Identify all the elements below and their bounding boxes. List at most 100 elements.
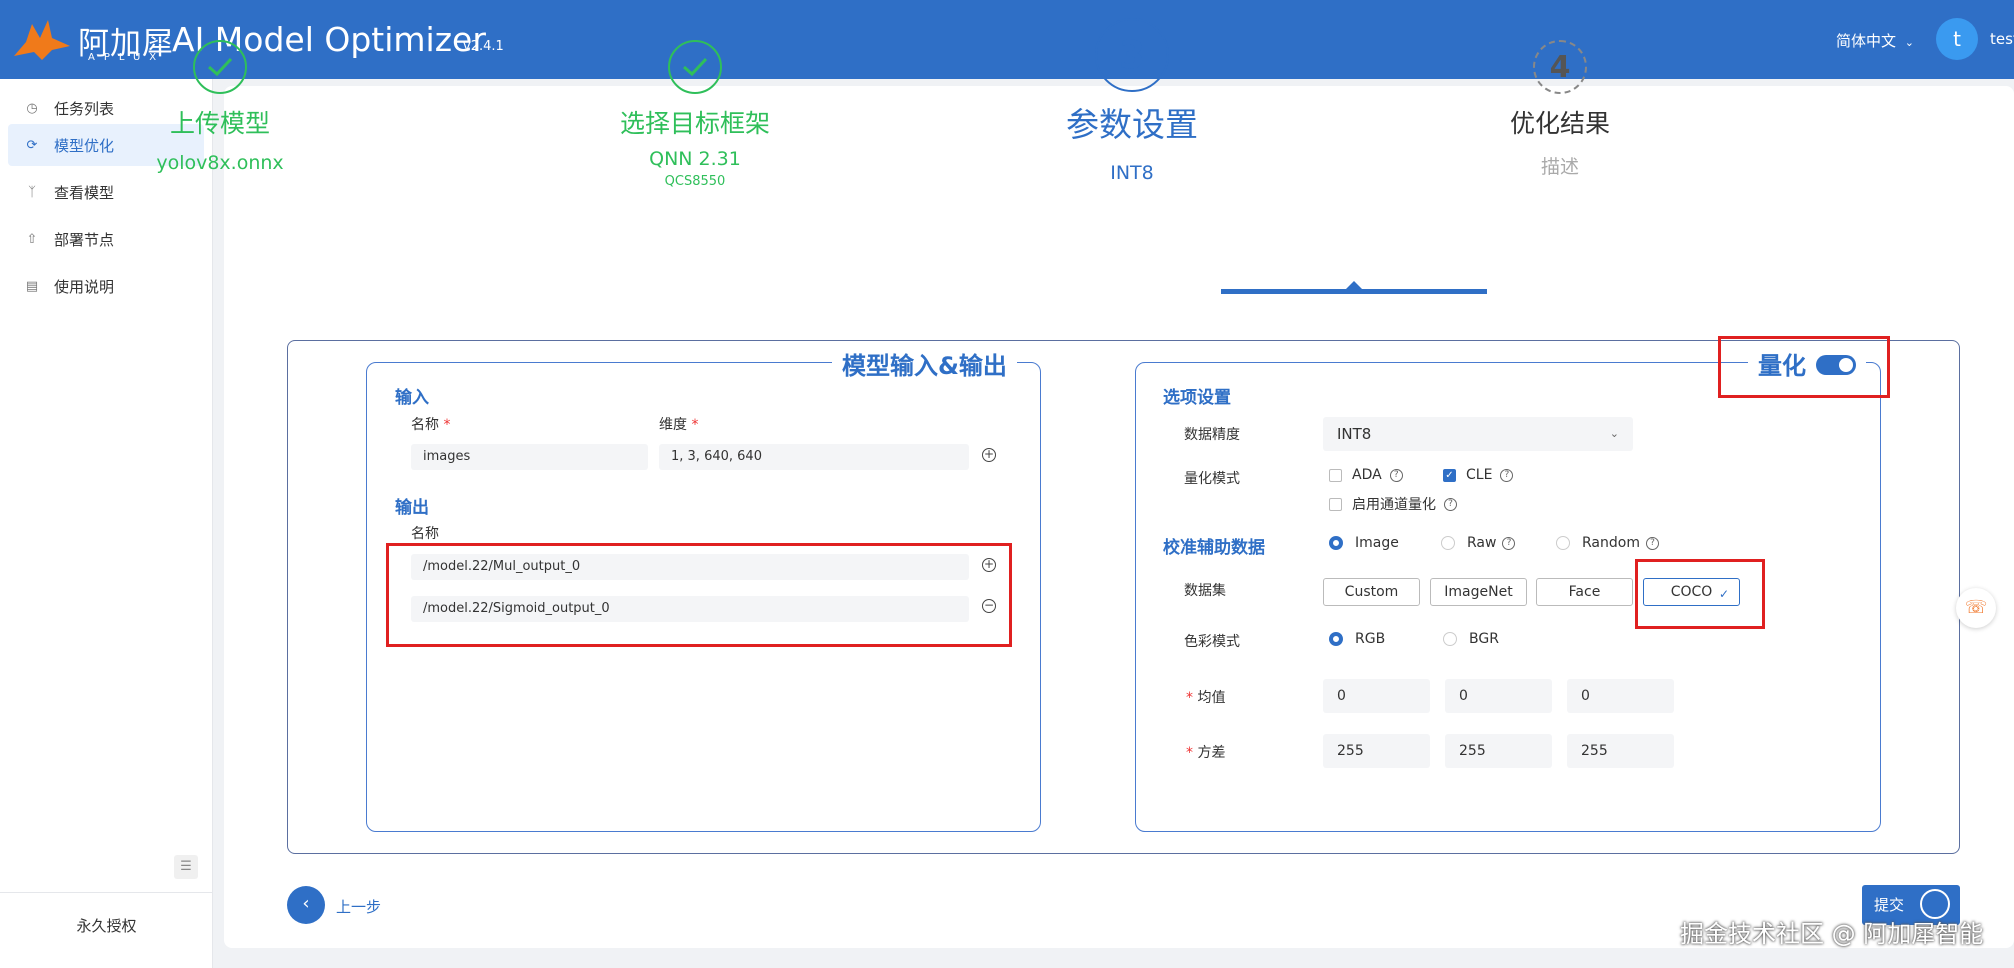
input-name-label: 名称 *: [411, 417, 451, 433]
collapse-sidebar-icon[interactable]: ☰: [174, 855, 198, 879]
step-number: 4: [1533, 40, 1587, 94]
help-icon[interactable]: ?: [1645, 536, 1659, 550]
checkbox-box: [1329, 468, 1342, 482]
node-icon: ⇧: [26, 231, 38, 247]
input-name-field[interactable]: images: [411, 444, 648, 470]
radio-selected-icon: [1329, 632, 1343, 646]
language-label: 简体中文: [1836, 32, 1897, 50]
precision-value: INT8: [1337, 425, 1372, 443]
calib-image-radio[interactable]: Image: [1329, 535, 1399, 551]
help-icon[interactable]: ?: [1389, 468, 1403, 482]
sidebar-item-view-model[interactable]: ᛉ 查看模型: [8, 171, 204, 213]
app-version: v2.4.1: [463, 39, 504, 54]
avatar[interactable]: t: [1936, 18, 1978, 60]
input-dims-field[interactable]: 1, 3, 640, 640: [659, 444, 969, 470]
step-number: 3: [1095, 18, 1169, 92]
io-legend: 模型输入&输出: [832, 346, 1017, 381]
sidebar-item-usage-guide[interactable]: ▤ 使用说明: [8, 265, 204, 307]
step-subtitle: 描述: [1540, 156, 1579, 178]
checkbox-box: [1329, 497, 1342, 511]
quant-mode-label: 量化模式: [1184, 471, 1240, 487]
sidebar-item-label: 使用说明: [54, 277, 115, 296]
step-optimize-result[interactable]: 4 优化结果 描述: [1460, 40, 1660, 179]
radio-selected-icon: [1329, 536, 1343, 550]
support-icon[interactable]: ☏: [1956, 588, 1996, 628]
step-subtitle: INT8: [1110, 162, 1154, 184]
precision-label: 数据精度: [1184, 427, 1240, 443]
color-bgr-radio[interactable]: BGR: [1443, 631, 1499, 647]
highlight-quant-toggle: [1718, 336, 1890, 398]
precision-select[interactable]: INT8 ⌄: [1323, 417, 1633, 451]
std-input-g[interactable]: 255: [1445, 734, 1552, 768]
dataset-label: 数据集: [1184, 583, 1226, 599]
input-heading: 输入: [395, 388, 429, 408]
channel-quant-checkbox[interactable]: 启用通道量化 ?: [1329, 494, 1457, 514]
highlight-outputs: [386, 543, 1012, 647]
chevron-left-icon: ‹: [302, 893, 310, 914]
submit-label: 提交: [1874, 896, 1905, 914]
radio-label: Raw: [1467, 535, 1497, 551]
optimize-icon: ⟳: [26, 137, 38, 153]
back-button[interactable]: ‹: [287, 886, 325, 924]
color-rgb-radio[interactable]: RGB: [1329, 631, 1385, 647]
dataset-custom-button[interactable]: Custom: [1323, 578, 1420, 606]
step-title: 参数设置: [1066, 105, 1198, 144]
radio-label: BGR: [1469, 631, 1499, 647]
sidebar: ◷ 任务列表 ⟳ 模型优化 ᛉ 查看模型 ⇧ 部署节点 ▤ 使用说明 ☰ 永久授…: [0, 79, 213, 968]
std-input-b[interactable]: 255: [1567, 734, 1674, 768]
chevron-down-icon: ⌄: [1904, 36, 1915, 49]
checkbox-label: ADA: [1352, 467, 1382, 483]
checkbox-label: 启用通道量化: [1352, 497, 1436, 513]
help-icon[interactable]: ?: [1500, 468, 1514, 482]
sidebar-item-label: 查看模型: [54, 183, 115, 202]
output-name-label: 名称: [411, 526, 439, 542]
doc-icon: ▤: [25, 278, 39, 294]
calib-raw-radio[interactable]: Raw ?: [1441, 535, 1516, 551]
calib-heading: 校准辅助数据: [1163, 538, 1265, 558]
radio-label: Random: [1582, 535, 1640, 551]
watermark: 掘金技术社区 @ 阿加犀智能: [1680, 920, 1984, 948]
help-icon[interactable]: ?: [1444, 497, 1457, 511]
language-selector[interactable]: 简体中文 ⌄: [1836, 30, 1914, 51]
add-input-icon[interactable]: +: [982, 448, 996, 462]
back-label[interactable]: 上一步: [336, 896, 381, 917]
check-icon: [668, 40, 722, 94]
radio-icon: [1556, 536, 1570, 550]
dataset-face-button[interactable]: Face: [1536, 578, 1633, 606]
radio-icon: [1443, 632, 1457, 646]
sidebar-item-deploy-node[interactable]: ⇧ 部署节点: [8, 218, 204, 260]
radio-icon: [1441, 536, 1455, 550]
chevron-down-icon: ⌄: [1609, 427, 1619, 440]
step-upload-model[interactable]: 上传模型 yolov8x.onnx: [120, 40, 320, 174]
step-subtitle: QNN 2.31: [649, 148, 741, 170]
mean-input-g[interactable]: 0: [1445, 679, 1552, 713]
step-title: 优化结果: [1509, 109, 1610, 138]
aplux-logo-icon: [14, 20, 70, 60]
radio-label: RGB: [1355, 631, 1386, 647]
username[interactable]: test: [1990, 30, 2014, 48]
mean-input-r[interactable]: 0: [1323, 679, 1430, 713]
clock-icon: ◷: [26, 100, 38, 116]
output-heading: 输出: [395, 498, 429, 518]
step-title: 上传模型: [169, 109, 270, 138]
checkbox-label: CLE: [1466, 467, 1493, 483]
std-label: * 方差: [1186, 745, 1226, 761]
radio-label: Image: [1355, 535, 1399, 551]
dataset-imagenet-button[interactable]: ImageNet: [1430, 578, 1527, 606]
step-parameter-settings[interactable]: 3 参数设置 INT8: [1002, 18, 1262, 184]
input-dim-label: 维度 *: [659, 417, 699, 433]
calib-random-radio[interactable]: Random ?: [1556, 535, 1659, 551]
sidebar-item-label: 部署节点: [54, 230, 115, 249]
active-step-arrow: [1345, 281, 1363, 290]
sidebar-item-label: 任务列表: [54, 99, 115, 118]
cle-checkbox[interactable]: ✓ CLE ?: [1443, 467, 1514, 483]
step-subtitle: yolov8x.onnx: [156, 152, 284, 174]
mean-input-b[interactable]: 0: [1567, 679, 1674, 713]
color-mode-label: 色彩模式: [1184, 634, 1240, 650]
highlight-dataset: [1635, 559, 1765, 629]
step-select-framework[interactable]: 选择目标框架 QNN 2.31 QCS8550: [570, 40, 820, 189]
sidebar-item-label: 模型优化: [54, 136, 115, 155]
std-input-r[interactable]: 255: [1323, 734, 1430, 768]
ada-checkbox[interactable]: ADA ?: [1329, 467, 1403, 483]
help-icon[interactable]: ?: [1502, 536, 1516, 550]
